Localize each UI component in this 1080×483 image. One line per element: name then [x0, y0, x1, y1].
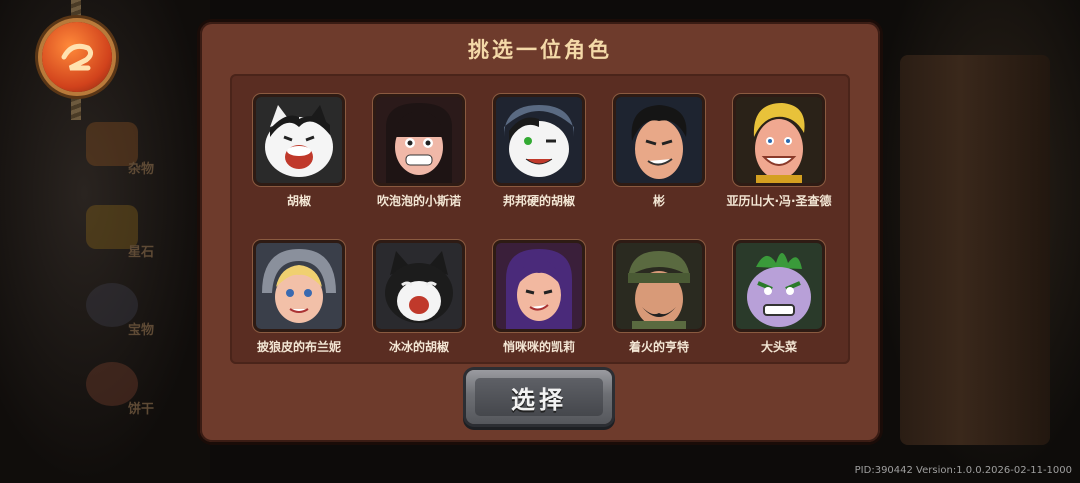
black-cat-portrait: [373, 240, 465, 332]
character-card[interactable]: 大头菜: [724, 240, 834, 355]
black-hair-man-portrait: [613, 94, 705, 186]
sidebar-item-misc[interactable]: 杂物: [86, 122, 166, 182]
character-name: 邦邦硬的胡椒: [502, 194, 575, 208]
sidebar-item-label: 宝物: [128, 323, 155, 338]
character-card[interactable]: 披狼皮的布兰妮: [244, 240, 354, 355]
character-card[interactable]: 邦邦硬的胡椒: [484, 94, 594, 209]
sidebar-item-label: 杂物: [128, 162, 155, 177]
blond-man-portrait: [733, 94, 825, 186]
select-button-label: 选择: [511, 385, 567, 414]
character-name: 大头菜: [760, 340, 797, 354]
wolf-hood-girl-portrait: [253, 240, 345, 332]
background-right: [870, 0, 1080, 483]
character-card[interactable]: 胡椒: [244, 94, 354, 209]
sidebar-item-label: 饼干: [128, 402, 155, 417]
character-name: 披狼皮的布兰妮: [256, 340, 341, 354]
medal-icon[interactable]: [42, 22, 112, 92]
wood-plank: [900, 55, 1050, 445]
sidebar-item-treasure[interactable]: 宝物: [86, 283, 166, 343]
character-card[interactable]: 着火的亨特: [604, 240, 714, 355]
character-card[interactable]: 冰冰的胡椒: [364, 240, 474, 355]
white-cat-portrait: [253, 94, 345, 186]
character-select-dialog: 挑选一位角色 胡椒 吹泡泡的小斯诺 邦邦硬的胡椒 彬 亚历山大·冯·圣查德 披狼…: [200, 22, 880, 442]
select-button[interactable]: 选择: [466, 370, 612, 424]
armored-cat-portrait: [493, 94, 585, 186]
character-name: 彬: [652, 194, 665, 208]
purple-hair-girl-portrait: [493, 240, 585, 332]
sidebar-item-star-stone[interactable]: 星石: [86, 205, 166, 265]
character-name: 胡椒: [286, 194, 311, 208]
girl-bangs-portrait: [373, 94, 465, 186]
dialog-title: 挑选一位角色: [468, 38, 612, 62]
character-card[interactable]: 彬: [604, 94, 714, 209]
character-card[interactable]: 吹泡泡的小斯诺: [364, 94, 474, 209]
sidebar-item-cookie[interactable]: 饼干: [86, 362, 166, 422]
character-grid: 胡椒 吹泡泡的小斯诺 邦邦硬的胡椒 彬 亚历山大·冯·圣查德 披狼皮的布兰妮 冰…: [230, 74, 850, 364]
sidebar-item-label: 星石: [128, 245, 155, 260]
character-name: 悄咪咪的凯莉: [502, 340, 575, 354]
character-name: 着火的亨特: [628, 340, 689, 354]
character-card[interactable]: 亚历山大·冯·圣查德: [724, 94, 834, 209]
soldier-portrait: [613, 240, 705, 332]
character-card[interactable]: 悄咪咪的凯莉: [484, 240, 594, 355]
character-name: 吹泡泡的小斯诺: [376, 194, 461, 208]
character-name: 亚历山大·冯·圣查德: [726, 194, 832, 208]
build-info: PID:390442 Version:1.0.0.2026-02-11-1000: [854, 465, 1072, 476]
select-button-face: 选择: [475, 378, 603, 416]
purple-monster-portrait: [733, 240, 825, 332]
character-name: 冰冰的胡椒: [388, 340, 449, 354]
